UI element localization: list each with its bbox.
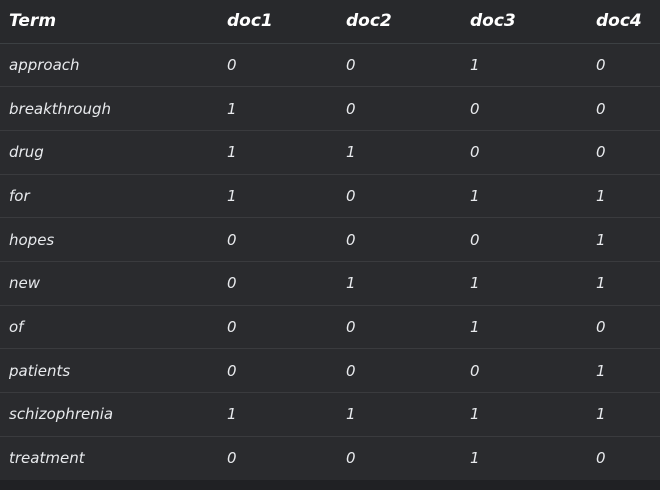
value-cell: 1 — [461, 435, 587, 480]
table-row: schizophrenia 1 1 1 1 — [0, 392, 660, 437]
term-cell: patients — [0, 348, 218, 393]
table-row: patients 0 0 0 1 — [0, 348, 660, 393]
value-cell: 1 — [218, 173, 337, 218]
value-cell: 1 — [470, 55, 480, 74]
table-row: breakthrough 1 0 0 0 — [0, 86, 660, 131]
header-term: Term — [0, 0, 218, 44]
value-cell: 0 — [337, 348, 461, 393]
table-row: for 1 0 1 1 — [0, 173, 660, 218]
value-cell: 0 — [461, 86, 587, 131]
value-cell: 1 — [461, 173, 587, 218]
value-cell: 0 — [461, 129, 587, 175]
value-cell: 0 — [218, 217, 337, 262]
value-cell: 0 — [587, 304, 660, 349]
value-cell: 0 — [227, 55, 237, 74]
value-cell: 0 — [337, 86, 461, 131]
header-doc4: doc4 — [587, 0, 660, 44]
value-cell: 0 — [337, 173, 461, 218]
value-cell: 0 — [218, 435, 337, 480]
value-cell: 0 — [337, 217, 461, 262]
table-row: drug 1 1 0 0 — [0, 129, 660, 175]
value-cell: 0 — [587, 86, 660, 131]
value-cell: 0 — [461, 348, 587, 393]
value-cell: 0 — [596, 55, 606, 74]
table-row: treatment 0 0 1 0 — [0, 435, 660, 480]
value-cell: 1 — [218, 392, 337, 437]
term-document-matrix: Term doc1 doc2 doc3 doc4 approach 0 0 1 … — [0, 0, 660, 490]
value-cell: 0 — [218, 304, 337, 349]
table-row: approach 0 0 1 0 — [0, 43, 660, 87]
value-cell: 1 — [461, 260, 587, 306]
table-row: of 0 0 1 0 — [0, 304, 660, 349]
term-cell: of — [0, 304, 218, 349]
value-cell: 0 — [587, 435, 660, 480]
header-doc3: doc3 — [461, 0, 587, 44]
term-cell: for — [0, 173, 218, 218]
term-cell: schizophrenia — [0, 392, 218, 437]
term-cell: treatment — [0, 435, 218, 480]
table-row: new 0 1 1 1 — [0, 260, 660, 306]
value-cell: 1 — [337, 260, 461, 306]
value-cell: 0 — [218, 348, 337, 393]
value-cell: 1 — [337, 392, 461, 437]
value-cell: 1 — [337, 129, 461, 175]
value-cell: 1 — [461, 304, 587, 349]
value-cell: 1 — [461, 392, 587, 437]
value-cell: 1 — [587, 217, 660, 262]
value-cell: 0 — [218, 260, 337, 306]
value-cell: 0 — [346, 55, 356, 74]
value-cell: 1 — [587, 260, 660, 306]
value-cell: 0 — [587, 129, 660, 175]
value-cell: 0 — [461, 217, 587, 262]
header-doc2: doc2 — [337, 0, 461, 44]
value-cell: 0 — [337, 435, 461, 480]
header-row: Term doc1 doc2 doc3 doc4 — [0, 0, 660, 44]
value-cell: 1 — [587, 348, 660, 393]
value-cell: 1 — [587, 392, 660, 437]
term-table: Term doc1 doc2 doc3 doc4 approach 0 0 1 … — [0, 0, 660, 480]
table-row: hopes 0 0 0 1 — [0, 217, 660, 262]
value-cell: 1 — [218, 86, 337, 131]
term-cell: approach — [9, 55, 80, 74]
term-cell: new — [0, 260, 218, 306]
term-cell: hopes — [0, 217, 218, 262]
term-cell: drug — [0, 129, 218, 175]
term-cell: breakthrough — [0, 86, 218, 131]
value-cell: 1 — [587, 173, 660, 218]
header-doc1: doc1 — [218, 0, 337, 44]
value-cell: 0 — [337, 304, 461, 349]
value-cell: 1 — [218, 129, 337, 175]
